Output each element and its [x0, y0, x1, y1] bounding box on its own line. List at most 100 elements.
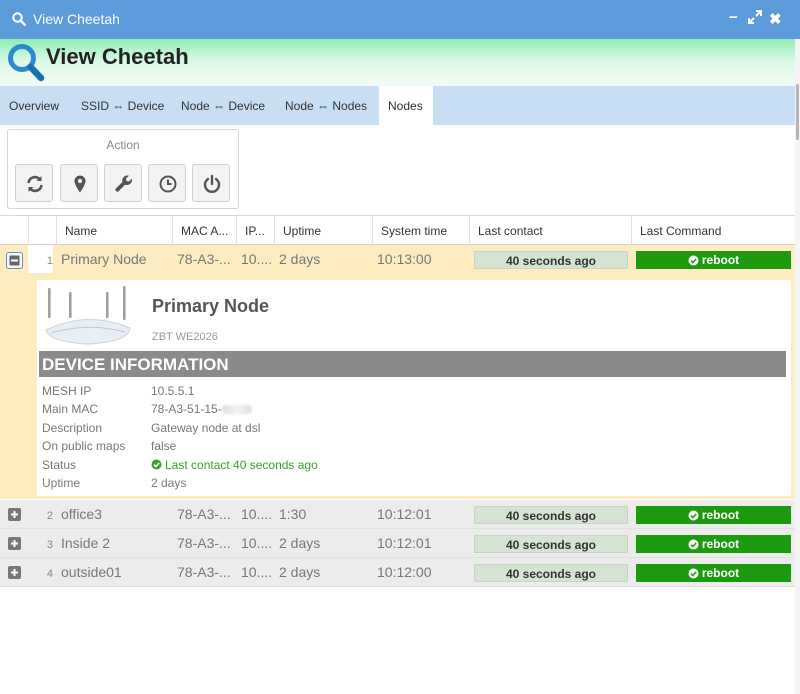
field-value-mesh-ip: 10.5.5.1: [151, 384, 195, 398]
window-titlebar[interactable]: View Cheetah − ✖: [0, 0, 800, 39]
last-command-badge[interactable]: reboot: [636, 506, 791, 524]
action-label: Action: [106, 138, 140, 152]
row-uptime: 2 days: [279, 251, 321, 267]
row-number: 4: [46, 568, 53, 580]
field-value-uptime: 2 days: [151, 476, 187, 490]
minimize-button[interactable]: −: [729, 9, 738, 26]
view-cheetah-window: View Cheetah − ✖ View Cheetah Overview S…: [0, 0, 800, 694]
col-header-rownum: [28, 216, 56, 245]
row-mac: 78-A3-...: [177, 251, 231, 267]
field-label-description: Description: [42, 421, 103, 435]
row-mac: 78-A3-...: [177, 506, 231, 522]
wrench-button[interactable]: [104, 164, 142, 202]
last-contact-badge: 40 seconds ago: [474, 564, 628, 582]
table-row[interactable]: 3 Inside 2 78-A3-... 10.... 2 days 10:12…: [0, 529, 795, 558]
device-name: Primary Node: [152, 296, 270, 316]
action-toolbar: Action: [7, 129, 239, 209]
last-command-label: reboot: [701, 508, 740, 522]
maximize-button[interactable]: [748, 10, 762, 28]
row-ip: 10....: [241, 506, 273, 522]
last-contact-badge: 40 seconds ago: [474, 535, 628, 553]
check-circle-icon: [151, 459, 162, 470]
row-number: 3: [46, 539, 53, 551]
status-text: Last contact 40 seconds ago: [165, 458, 318, 472]
col-header-name[interactable]: Name: [56, 216, 172, 245]
magnifier-icon: [6, 41, 46, 86]
table-row[interactable]: 1 Primary Node 78-A3-... 10.... 2 days 1…: [0, 245, 795, 274]
refresh-icon: [27, 175, 43, 193]
clock-button[interactable]: [148, 164, 186, 202]
row-uptime: 1:30: [279, 506, 307, 522]
last-command-badge[interactable]: reboot: [636, 535, 791, 553]
tab-bar: Overview SSID ⇔ Device Node ⇔ Device Nod…: [0, 86, 795, 125]
expand-icon[interactable]: [8, 566, 23, 581]
row-name: Inside 2: [61, 535, 111, 551]
row-number: 2: [46, 510, 53, 522]
field-value-main-mac: 78-A3-51-15-: [151, 402, 252, 416]
last-command-label: reboot: [701, 253, 740, 267]
row-ip: 10....: [241, 251, 273, 267]
row-system-time: 10:12:01: [377, 535, 432, 551]
row-number: 1: [28, 245, 53, 274]
window-title: View Cheetah: [33, 11, 120, 27]
check-circle-icon: [688, 568, 699, 579]
field-label-mesh-ip: MESH IP: [42, 384, 92, 398]
col-header-last-contact[interactable]: Last contact: [469, 216, 631, 245]
grid-header: Name MAC A... IP... Uptime System time L…: [0, 215, 795, 245]
collapse-icon[interactable]: [6, 252, 23, 269]
search-icon: [12, 12, 27, 29]
main-mac-text: 78-A3-51-15-: [151, 402, 222, 416]
page-header: View Cheetah: [0, 39, 795, 86]
power-button[interactable]: [192, 164, 230, 202]
row-mac: 78-A3-...: [177, 535, 231, 551]
row-ip: 10....: [241, 535, 273, 551]
expand-icon[interactable]: [8, 537, 23, 552]
clock-icon: [159, 175, 177, 193]
power-icon: [203, 174, 221, 193]
expand-icon[interactable]: [8, 508, 23, 523]
col-header-uptime[interactable]: Uptime: [274, 216, 372, 245]
col-header-mac[interactable]: MAC A...: [172, 216, 236, 245]
col-header-system-time[interactable]: System time: [372, 216, 469, 245]
row-system-time: 10:12:01: [377, 506, 432, 522]
last-command-badge[interactable]: reboot: [636, 564, 791, 582]
row-ip: 10....: [241, 564, 273, 580]
last-command-label: reboot: [701, 566, 740, 580]
row-mac: 78-A3-...: [177, 564, 231, 580]
device-information-heading: DEVICE INFORMATION: [39, 351, 786, 377]
table-row[interactable]: 2 office3 78-A3-... 10.... 1:30 10:12:01…: [0, 500, 795, 529]
last-command-label: reboot: [701, 537, 740, 551]
tab-overview[interactable]: Overview: [0, 86, 68, 125]
router-image: [43, 284, 133, 349]
field-label-main-mac: Main MAC: [42, 402, 99, 416]
device-model: ZBT WE2026: [152, 331, 218, 343]
device-card: Primary Node ZBT WE2026 DEVICE INFORMATI…: [37, 280, 791, 496]
last-contact-badge: 40 seconds ago: [474, 506, 628, 524]
scrollbar-thumb[interactable]: [796, 84, 799, 140]
col-header-last-command[interactable]: Last Command: [631, 216, 795, 245]
row-detail-panel: Primary Node ZBT WE2026 DEVICE INFORMATI…: [0, 273, 795, 499]
tab-nodes[interactable]: Nodes: [379, 86, 433, 125]
refresh-button[interactable]: [15, 164, 53, 202]
map-marker-icon: [74, 175, 86, 193]
close-button[interactable]: ✖: [769, 10, 782, 28]
row-uptime: 2 days: [279, 564, 321, 580]
tab-node-device[interactable]: Node ⇔ Device: [172, 86, 274, 125]
check-circle-icon: [688, 510, 699, 521]
row-name: Primary Node: [61, 251, 147, 267]
field-label-public-maps: On public maps: [42, 439, 126, 453]
row-name: office3: [61, 506, 102, 522]
table-row[interactable]: 4 outside01 78-A3-... 10.... 2 days 10:1…: [0, 558, 795, 587]
last-command-badge[interactable]: reboot: [636, 251, 791, 269]
page-title: View Cheetah: [46, 44, 189, 69]
col-header-ip[interactable]: IP...: [236, 216, 274, 245]
last-contact-badge: 40 seconds ago: [474, 251, 628, 269]
maximize-icon: [748, 10, 762, 24]
tab-node-nodes[interactable]: Node ⇔ Nodes: [276, 86, 376, 125]
field-value-description: Gateway node at dsl: [151, 421, 261, 435]
row-system-time: 10:12:00: [377, 564, 432, 580]
map-marker-button[interactable]: [60, 164, 98, 202]
field-label-status: Status: [42, 458, 77, 472]
tab-ssid-device[interactable]: SSID ⇔ Device: [72, 86, 173, 125]
row-system-time: 10:13:00: [377, 251, 432, 267]
